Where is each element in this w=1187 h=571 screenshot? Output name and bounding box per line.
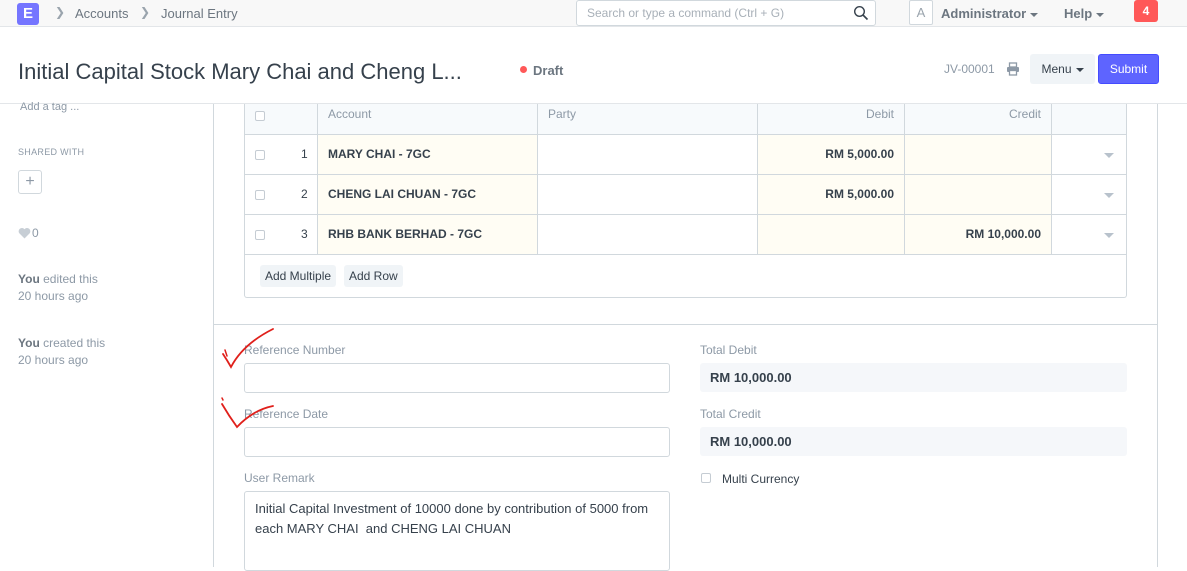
multi-currency-checkbox[interactable] <box>701 473 711 483</box>
user-menu-label: Administrator <box>941 6 1027 21</box>
reference-date-label: Reference Date <box>244 407 329 421</box>
breadcrumb-accounts[interactable]: Accounts <box>75 6 128 21</box>
menu-button-label: Menu <box>1041 62 1072 76</box>
account-cell[interactable]: RHB BANK BERHAD - 7GC <box>318 215 538 254</box>
shared-with-heading: SHARED WITH <box>18 147 85 157</box>
total-credit-label: Total Credit <box>700 407 761 421</box>
app-logo[interactable]: E <box>17 3 39 25</box>
search-icon[interactable] <box>853 5 869 21</box>
heart-icon[interactable] <box>18 227 31 239</box>
select-all-checkbox[interactable] <box>255 111 265 121</box>
search-input[interactable] <box>577 1 847 25</box>
row-checkbox[interactable] <box>255 230 265 240</box>
document-id: JV-00001 <box>944 62 995 76</box>
activity-action: edited this <box>39 272 98 286</box>
search-box <box>576 0 876 26</box>
multi-currency-label: Multi Currency <box>722 472 800 486</box>
caret-down-icon <box>1075 67 1084 72</box>
table-header: Account Party Debit Credit <box>245 104 1126 135</box>
help-menu[interactable]: Help <box>1064 6 1105 21</box>
navbar: E ❯ Accounts ❯ Journal Entry A Administr… <box>0 0 1187 27</box>
party-cell[interactable] <box>538 175 758 214</box>
caret-down-icon <box>1030 12 1039 17</box>
section-divider <box>214 324 1157 325</box>
chevron-right-icon: ❯ <box>140 5 151 19</box>
row-dropdown-icon[interactable] <box>1104 233 1114 238</box>
column-header-debit: Debit <box>758 104 905 134</box>
user-remark-label: User Remark <box>244 471 315 485</box>
add-row-button[interactable]: Add Row <box>344 265 403 287</box>
row-checkbox[interactable] <box>255 150 265 160</box>
party-cell[interactable] <box>538 215 758 254</box>
avatar[interactable]: A <box>909 0 933 25</box>
activity-time: 20 hours ago <box>18 353 89 367</box>
print-icon[interactable] <box>1006 62 1020 76</box>
party-cell[interactable] <box>538 135 758 174</box>
account-cell[interactable]: MARY CHAI - 7GC <box>318 135 538 174</box>
table-row[interactable]: 2 CHENG LAI CHUAN - 7GC RM 5,000.00 <box>245 175 1126 215</box>
credit-cell[interactable]: RM 10,000.00 <box>905 215 1052 254</box>
activity-user: You <box>18 272 40 286</box>
help-menu-label: Help <box>1064 6 1093 21</box>
debit-cell[interactable] <box>758 215 905 254</box>
user-remark-field[interactable]: Initial Capital Investment of 10000 done… <box>244 491 670 571</box>
column-header-credit: Credit <box>905 104 1052 134</box>
debit-cell[interactable]: RM 5,000.00 <box>758 175 905 214</box>
total-debit-value: RM 10,000.00 <box>700 363 1127 392</box>
activity-item: You created this 20 hours ago <box>18 335 105 369</box>
column-header-party: Party <box>538 104 758 134</box>
breadcrumb-journal-entry[interactable]: Journal Entry <box>161 6 238 21</box>
status-indicator <box>520 66 527 73</box>
chevron-right-icon: ❯ <box>55 5 66 19</box>
like-count: 0 <box>32 226 39 240</box>
activity-time: 20 hours ago <box>18 289 89 303</box>
column-header-account: Account <box>318 104 538 134</box>
row-dropdown-icon[interactable] <box>1104 193 1114 198</box>
user-menu[interactable]: Administrator <box>941 6 1039 21</box>
row-dropdown-icon[interactable] <box>1104 153 1114 158</box>
reference-date-field[interactable] <box>244 427 670 457</box>
activity-user: You <box>18 336 40 350</box>
submit-button[interactable]: Submit <box>1098 54 1159 84</box>
row-index: 3 <box>301 227 308 241</box>
activity-item: You edited this 20 hours ago <box>18 271 98 305</box>
reference-number-label: Reference Number <box>244 343 346 357</box>
activity-action: created this <box>39 336 106 350</box>
credit-cell[interactable] <box>905 175 1052 214</box>
menu-button[interactable]: Menu <box>1030 54 1095 84</box>
caret-down-icon <box>1096 12 1105 17</box>
row-checkbox[interactable] <box>255 190 265 200</box>
add-share-button[interactable]: + <box>18 170 42 194</box>
notification-badge[interactable]: 4 <box>1134 0 1158 22</box>
row-index: 2 <box>301 187 308 201</box>
debit-cell[interactable]: RM 5,000.00 <box>758 135 905 174</box>
page-title: Initial Capital Stock Mary Chai and Chen… <box>18 59 462 84</box>
total-debit-label: Total Debit <box>700 343 757 357</box>
add-multiple-button[interactable]: Add Multiple <box>260 265 337 287</box>
account-cell[interactable]: CHENG LAI CHUAN - 7GC <box>318 175 538 214</box>
credit-cell[interactable] <box>905 135 1052 174</box>
add-tag-link[interactable]: Add a tag ... <box>20 101 79 113</box>
total-credit-value: RM 10,000.00 <box>700 427 1127 456</box>
table-row[interactable]: 1 MARY CHAI - 7GC RM 5,000.00 <box>245 135 1126 175</box>
reference-number-field[interactable] <box>244 363 670 393</box>
status-badge: Draft <box>533 63 564 78</box>
row-index: 1 <box>301 147 308 161</box>
table-row[interactable]: 3 RHB BANK BERHAD - 7GC RM 10,000.00 <box>245 215 1126 255</box>
